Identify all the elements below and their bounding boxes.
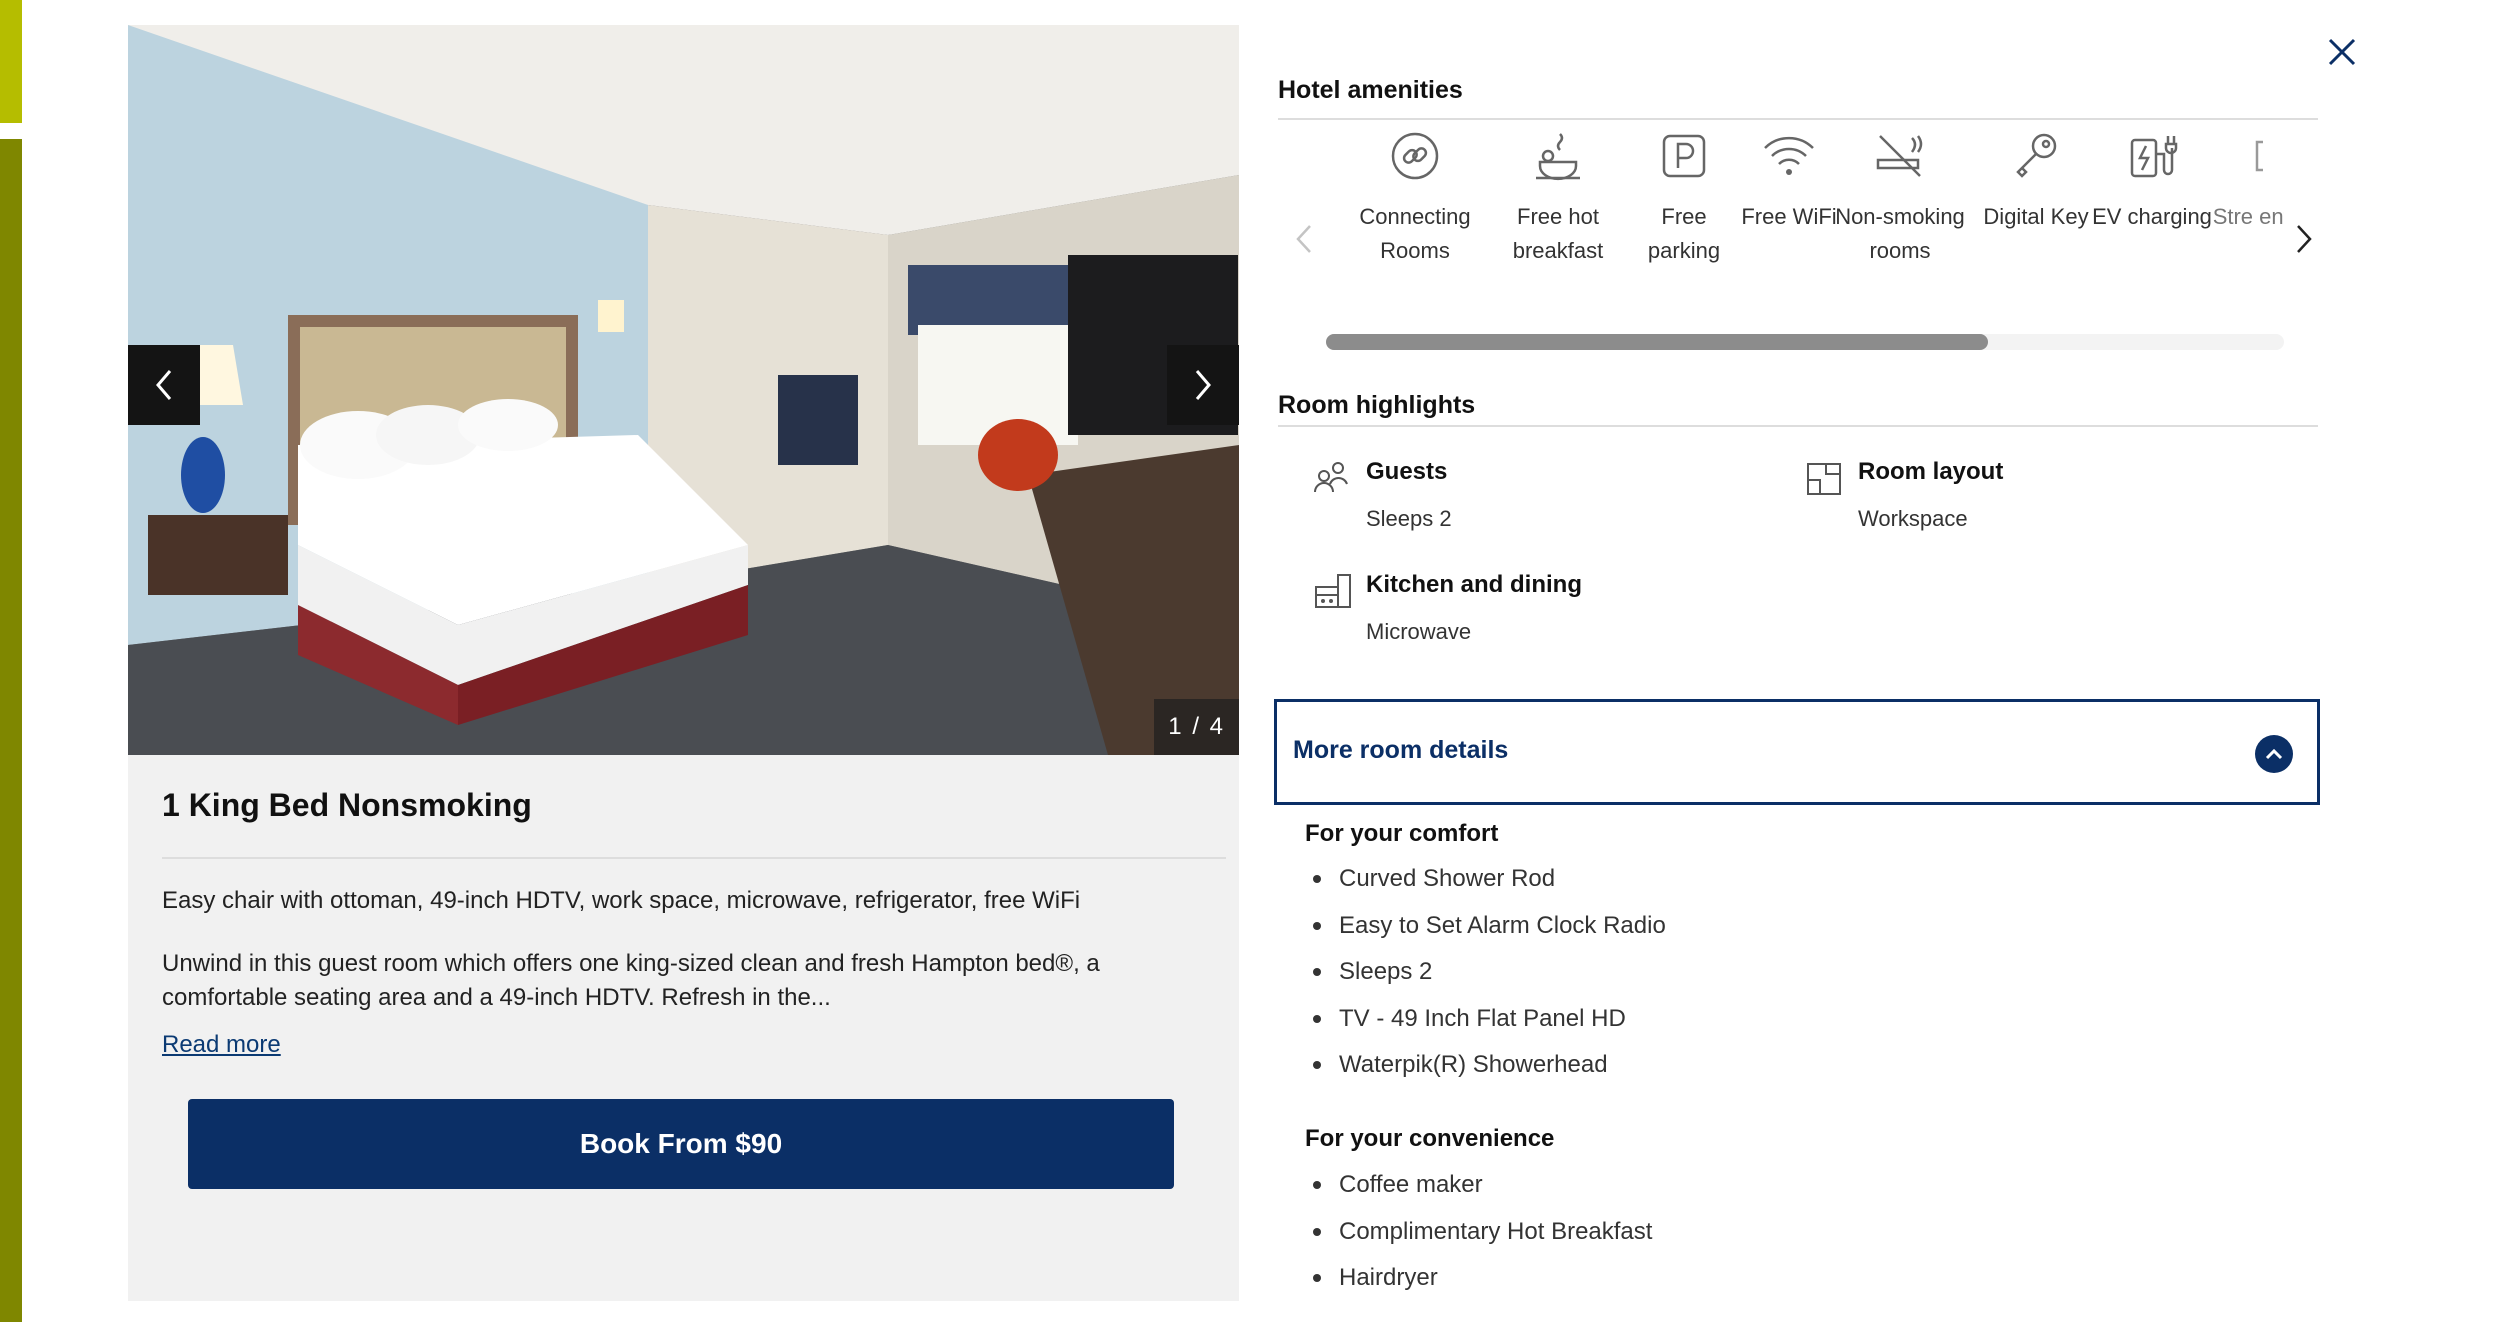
amenity-label: Free parking	[1647, 204, 1721, 263]
close-icon[interactable]	[2324, 34, 2360, 70]
chevron-left-icon	[156, 370, 172, 400]
parking-icon	[1662, 134, 1706, 178]
room-card: 1 / 4 1 King Bed Nonsmoking Easy chair w…	[128, 25, 1239, 1301]
amenity-label: Stre enter	[2212, 204, 2284, 229]
amenity-connecting-rooms: Connecting Rooms	[1350, 128, 1480, 268]
list-item: Sleeps 2	[1305, 957, 1666, 1004]
room-summary: Easy chair with ottoman, 49-inch HDTV, w…	[162, 887, 1081, 914]
room-photo: 1 / 4	[128, 25, 1239, 755]
list-item: Complimentary Hot Breakfast	[1305, 1217, 1652, 1264]
amenity-ev-charging: EV charging	[2092, 128, 2212, 234]
amenity-free-breakfast: Free hot breakfast	[1498, 128, 1618, 268]
highlight-layout-title: Room layout	[1858, 458, 2004, 485]
chevron-right-icon	[1195, 370, 1211, 400]
amenities-carousel: Connecting Rooms Free hot breakfast Free…	[1326, 128, 2284, 318]
amenity-label: Non-smoking rooms	[1835, 204, 1965, 263]
amenity-streaming: Stre enter	[2206, 128, 2284, 234]
link-icon	[1391, 132, 1439, 180]
gallery-next-button[interactable]	[1167, 345, 1239, 425]
amenity-non-smoking: Non-smoking rooms	[1834, 128, 1966, 268]
highlights-title: Room highlights	[1278, 391, 1476, 419]
amenity-free-parking: Free parking	[1624, 128, 1744, 268]
amenity-label: EV charging	[2092, 204, 2212, 229]
book-button[interactable]: Book From $90	[188, 1099, 1174, 1189]
room-description: Unwind in this guest room which offers o…	[162, 950, 1100, 1011]
convenience-list: Coffee maker Complimentary Hot Breakfast…	[1305, 1170, 1652, 1310]
guests-icon	[1314, 462, 1348, 493]
wifi-icon	[1764, 136, 1814, 175]
accent-bar-top	[0, 0, 22, 123]
highlight-kitchen-title: Kitchen and dining	[1366, 571, 1582, 598]
highlight-kitchen-value: Microwave	[1366, 619, 1472, 644]
list-item: TV - 49 Inch Flat Panel HD	[1305, 1004, 1666, 1051]
gallery-counter: 1 / 4	[1154, 699, 1239, 755]
amenity-digital-key: Digital Key	[1976, 128, 2096, 234]
convenience-heading: For your convenience	[1305, 1125, 1555, 1152]
gallery-prev-button[interactable]	[128, 345, 200, 425]
highlight-guests-value: Sleeps 2	[1366, 506, 1452, 531]
amenity-label: Connecting Rooms	[1359, 204, 1471, 263]
highlight-guests-title: Guests	[1366, 458, 1448, 485]
divider	[162, 857, 1226, 859]
room-title: 1 King Bed Nonsmoking	[162, 787, 532, 823]
amenity-free-wifi: Free WiFi	[1729, 128, 1849, 234]
chevron-up-icon	[2255, 735, 2293, 773]
highlights-divider	[1278, 425, 2318, 427]
room-layout-icon	[1807, 463, 1841, 495]
amenities-next-button[interactable]	[2288, 222, 2318, 256]
highlight-layout-value: Workspace	[1858, 506, 1968, 531]
read-more-link[interactable]: Read more	[162, 1031, 281, 1059]
amenity-label: Free WiFi	[1741, 204, 1837, 229]
comfort-list: Curved Shower Rod Easy to Set Alarm Cloc…	[1305, 864, 1666, 1097]
amenities-title: Hotel amenities	[1278, 76, 1463, 104]
list-item: Hairdryer	[1305, 1263, 1652, 1310]
ev-charging-icon	[2130, 136, 2178, 178]
amenity-label: Free hot breakfast	[1512, 204, 1604, 263]
list-item: Waterpik(R) Showerhead	[1305, 1050, 1666, 1097]
more-room-details-label: More room details	[1293, 736, 1509, 764]
more-room-details-toggle[interactable]: More room details	[1274, 699, 2320, 805]
breakfast-icon	[1536, 133, 1580, 181]
amenity-label: Digital Key	[1983, 204, 2089, 229]
amenities-prev-button[interactable]	[1290, 222, 1320, 256]
comfort-heading: For your comfort	[1305, 820, 1499, 847]
no-smoking-icon	[1876, 135, 1923, 177]
amenities-divider	[1278, 118, 2318, 120]
list-item: Coffee maker	[1305, 1170, 1652, 1217]
accent-bar-bottom	[0, 139, 22, 1322]
list-item: Curved Shower Rod	[1305, 864, 1666, 911]
streaming-icon	[2255, 140, 2263, 172]
key-icon	[2016, 133, 2057, 178]
list-item: Easy to Set Alarm Clock Radio	[1305, 911, 1666, 958]
kitchen-icon	[1315, 574, 1351, 608]
amenities-scrollbar-thumb[interactable]	[1326, 334, 1988, 350]
